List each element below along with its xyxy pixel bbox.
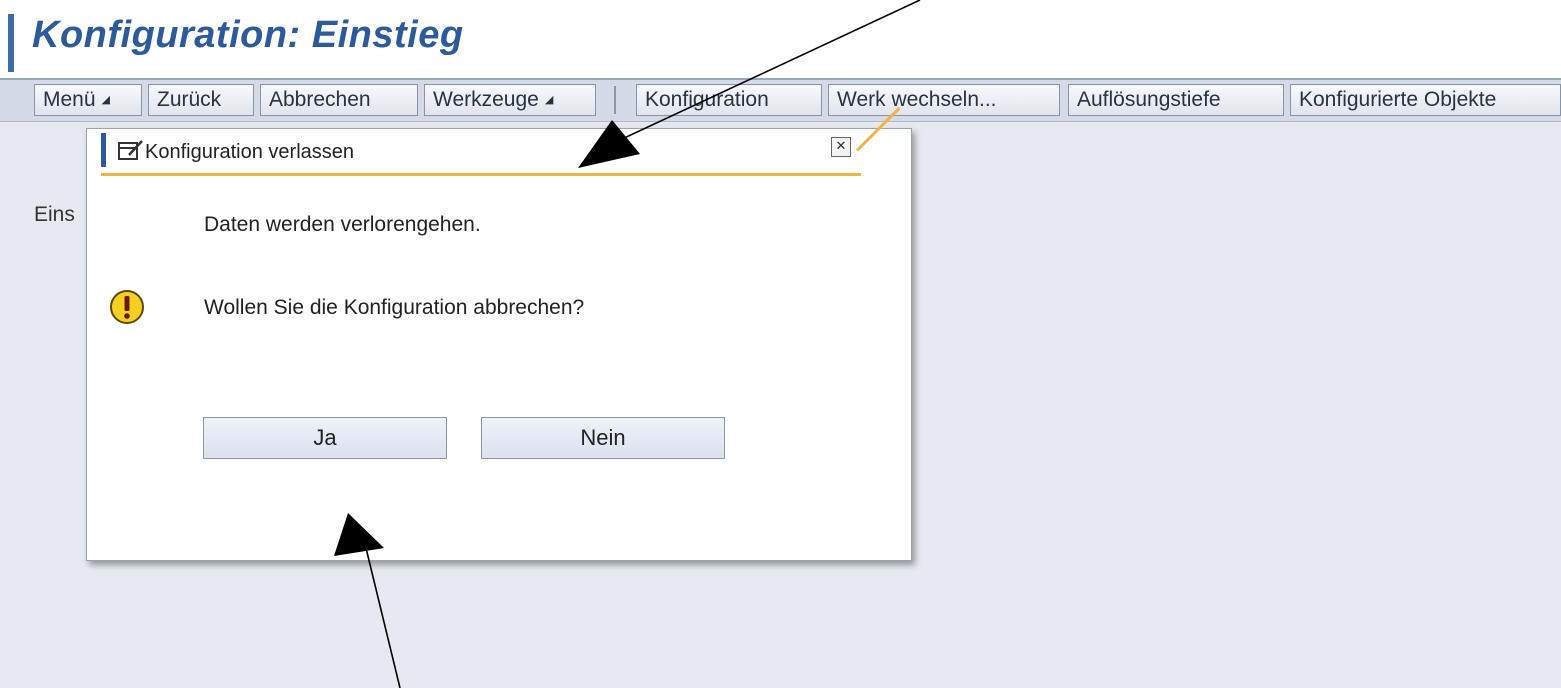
edit-window-icon: [117, 137, 145, 163]
menu-button[interactable]: Menü ◢: [34, 84, 142, 116]
dropdown-caret-icon: ◢: [544, 94, 554, 107]
window-title-bar: Konfiguration: Einstieg: [0, 0, 1561, 80]
dialog-header-underline: [101, 173, 861, 176]
configuration-button-label: Konfiguration: [645, 88, 769, 111]
yes-button[interactable]: Ja: [203, 417, 447, 459]
configured-objects-button[interactable]: Konfigurierte Objekte: [1290, 84, 1561, 116]
dialog-header: Konfiguration verlassen ✕: [87, 107, 911, 176]
menu-button-label: Menü: [43, 88, 96, 111]
exit-configuration-dialog: Konfiguration verlassen ✕ Daten werden v…: [86, 107, 912, 561]
background-label: Eins: [34, 203, 75, 226]
configured-objects-button-label: Konfigurierte Objekte: [1299, 88, 1497, 111]
cancel-button-label: Abbrechen: [269, 88, 371, 111]
toolbar-separator: [614, 86, 616, 114]
change-plant-button-label: Werk wechseln...: [837, 88, 997, 111]
title-accent-bar: [8, 14, 14, 72]
tools-button-label: Werkzeuge: [433, 88, 539, 111]
page-title: Konfiguration: Einstieg: [32, 14, 464, 56]
close-icon[interactable]: ✕: [831, 137, 851, 157]
change-plant-button[interactable]: Werk wechseln...: [828, 84, 1060, 116]
dialog-question-text: Wollen Sie die Konfiguration abbrechen?: [204, 296, 585, 319]
dialog-title: Konfiguration verlassen: [145, 141, 355, 163]
dropdown-caret-icon: ◢: [101, 94, 110, 107]
cancel-button[interactable]: Abbrechen: [260, 84, 418, 116]
tools-menu-button[interactable]: Werkzeuge ◢: [424, 84, 596, 116]
dialog-message-data-loss: Daten werden verlorengehen.: [204, 213, 481, 236]
back-button-label: Zurück: [157, 88, 222, 111]
warning-icon: [107, 287, 147, 327]
no-button[interactable]: Nein: [481, 417, 725, 459]
configuration-button[interactable]: Konfiguration: [636, 84, 822, 116]
explosion-depth-button-label: Auflösungstiefe: [1077, 88, 1221, 111]
explosion-depth-button[interactable]: Auflösungstiefe: [1068, 84, 1284, 116]
back-button[interactable]: Zurück: [148, 84, 254, 116]
dialog-header-accent: [101, 133, 106, 167]
